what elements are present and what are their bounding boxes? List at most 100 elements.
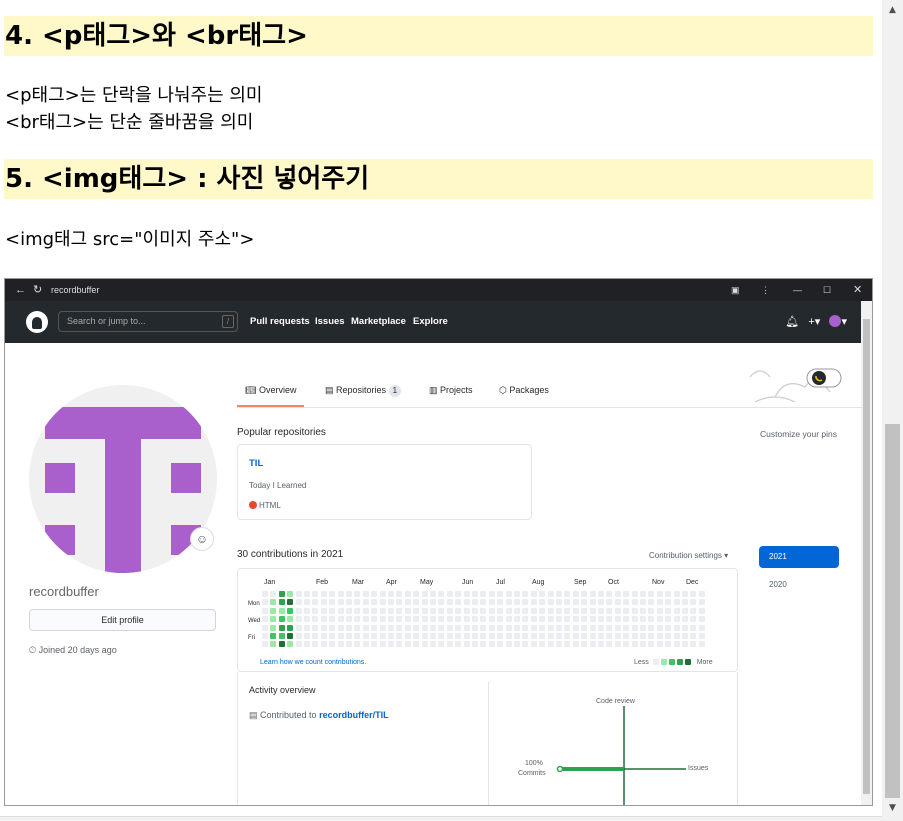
contribution-cell [522, 616, 529, 623]
contribution-cell [270, 599, 277, 606]
contribution-cell [337, 607, 344, 614]
contribution-cell [505, 641, 512, 648]
contribution-cell [346, 633, 352, 639]
contribution-cell [572, 641, 579, 648]
nav-explore: Explore [413, 316, 448, 327]
contribution-cell [413, 633, 420, 639]
contribution-cell [656, 607, 663, 614]
scroll-up-icon[interactable]: ▲ [882, 2, 903, 19]
contribution-cell [438, 616, 445, 623]
contribution-cell [304, 599, 310, 606]
contribution-cell [606, 616, 613, 623]
contribution-cell [463, 607, 470, 614]
contribution-cell [640, 591, 646, 597]
contribution-cell [682, 591, 688, 597]
contribution-cell [648, 616, 655, 623]
contribution-cell [329, 591, 336, 597]
contribution-cell [648, 599, 655, 606]
contribution-cell [379, 633, 386, 639]
contribution-cell [640, 616, 646, 623]
contribution-cell [665, 624, 672, 631]
contribution-cell [488, 599, 495, 606]
contribution-cell [514, 591, 520, 597]
contribution-cell [320, 624, 327, 631]
contribution-cell [396, 641, 403, 648]
contribution-cell [606, 624, 613, 631]
contribution-cell [346, 599, 352, 606]
contribution-cell [631, 616, 638, 623]
contribution-cell [648, 641, 655, 648]
contribution-cell [270, 633, 277, 639]
contribution-cell [581, 624, 588, 631]
contribution-cell [362, 599, 369, 606]
contribution-cell [371, 607, 378, 614]
heading-p-br: 4. <p태그>와 <br태그> [4, 16, 873, 56]
contribution-cell [640, 599, 646, 606]
tab-repositories: ▤ Repositories 1 [325, 374, 402, 407]
contribution-cell [287, 616, 294, 623]
contribution-cell [665, 599, 672, 606]
contribution-cell [480, 616, 487, 623]
contribution-cell [606, 599, 613, 606]
contribution-cell [623, 591, 630, 597]
github-profile-screenshot: ← ↻ recordbuffer ▣ ⋮ — ☐ ✕ Search or jum… [4, 278, 873, 806]
contribution-cell [631, 641, 638, 648]
contribution-cell [623, 616, 630, 623]
repo-card: TIL Today I Learned HTML [237, 444, 532, 520]
nav-marketplace: Marketplace [351, 316, 406, 327]
contribution-cell [530, 616, 537, 623]
contribution-cell [497, 599, 504, 606]
contribution-cell [404, 599, 411, 606]
contribution-cell [614, 616, 621, 623]
contribution-cell [514, 599, 520, 606]
contribution-cell [556, 624, 562, 631]
text-p-tag: <p태그>는 단락을 나눠주는 의미 [5, 85, 263, 106]
scrollbar-thumb[interactable] [885, 424, 900, 798]
contribution-cell [371, 624, 378, 631]
contribution-cell [320, 641, 327, 648]
scroll-down-icon[interactable]: ▼ [882, 800, 903, 817]
contribution-cell [354, 616, 361, 623]
contribution-cell [396, 616, 403, 623]
contribution-cell [329, 633, 336, 639]
contribution-cell [430, 599, 436, 606]
contribution-cell [598, 633, 604, 639]
contribution-cell [623, 641, 630, 648]
contribution-cell [547, 633, 554, 639]
contribution-graph: Jan Feb Mar Apr May Jun Jul Aug Sep Oct Nov Dec Mon… [237, 568, 738, 672]
contribution-cell [262, 591, 268, 597]
contribution-cell [480, 599, 487, 606]
contribution-cell [463, 633, 470, 639]
contribution-cell [337, 599, 344, 606]
contribution-cell [472, 607, 478, 614]
contribution-cell [539, 616, 546, 623]
contribution-cell [581, 633, 588, 639]
contribution-cell [505, 591, 512, 597]
back-icon: ← [15, 284, 26, 296]
package-icon: ⬡ [499, 385, 507, 395]
contribution-cell [539, 607, 546, 614]
contribution-cell [362, 633, 369, 639]
contribution-cell [514, 616, 520, 623]
contribution-cell [682, 616, 688, 623]
avatar [29, 385, 217, 573]
contribution-cell [581, 641, 588, 648]
contribution-cell [346, 607, 352, 614]
contribution-cell [698, 607, 705, 614]
activity-overview: Activity overview ▤ Contributed to recor… [237, 672, 738, 805]
contribution-cell [564, 641, 571, 648]
contribution-cell [488, 607, 495, 614]
contribution-cell [320, 607, 327, 614]
contribution-cell [539, 641, 546, 648]
contribution-cell [438, 599, 445, 606]
horizontal-scrollbar[interactable] [0, 816, 882, 821]
contribution-cell [572, 633, 579, 639]
month-label: Oct [608, 579, 619, 586]
contribution-cell [371, 591, 378, 597]
contribution-cell [388, 624, 394, 631]
month-label: Nov [652, 579, 665, 586]
contribution-cell [648, 591, 655, 597]
tab-overview: 📖︎ Overview [237, 374, 305, 407]
contribution-cell [472, 616, 478, 623]
page-scrollbar[interactable]: ▲ ▼ [882, 0, 903, 821]
